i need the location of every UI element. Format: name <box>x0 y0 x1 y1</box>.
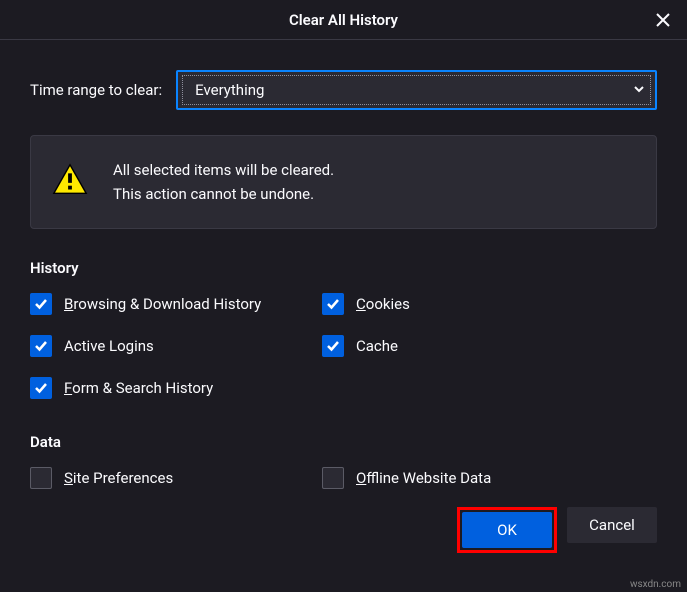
label-site-prefs: Site Preferences <box>64 469 173 487</box>
label-form-search: Form & Search History <box>64 379 213 397</box>
button-row: OK Cancel <box>30 507 657 553</box>
section-data-title: Data <box>30 433 657 451</box>
ok-highlight: OK <box>457 507 557 553</box>
dialog-content: Time range to clear: Everything All sele… <box>0 70 687 553</box>
check-site-prefs[interactable]: Site Preferences <box>30 467 322 489</box>
cancel-button[interactable]: Cancel <box>567 507 657 543</box>
label-browsing: Browsing & Download History <box>64 295 261 313</box>
checkbox-cache[interactable] <box>322 335 344 357</box>
checkbox-form-search[interactable] <box>30 377 52 399</box>
checkbox-offline-data[interactable] <box>322 467 344 489</box>
time-range-row: Time range to clear: Everything <box>30 70 657 110</box>
label-offline-data: Offline Website Data <box>356 469 491 487</box>
checkbox-site-prefs[interactable] <box>30 467 52 489</box>
ok-button[interactable]: OK <box>462 512 552 548</box>
warning-line2: This action cannot be undone. <box>113 182 334 206</box>
check-browsing[interactable]: Browsing & Download History <box>30 293 322 315</box>
checkbox-active-logins[interactable] <box>30 335 52 357</box>
time-range-label: Time range to clear: <box>30 81 162 99</box>
titlebar: Clear All History <box>0 0 687 40</box>
check-form-search[interactable]: Form & Search History <box>30 377 322 399</box>
check-cookies[interactable]: Cookies <box>322 293 657 315</box>
checkbox-browsing[interactable] <box>30 293 52 315</box>
dropdown-selected-value: Everything <box>195 81 638 99</box>
data-checks: Site Preferences Offline Website Data <box>30 467 657 489</box>
label-active-logins: Active Logins <box>64 337 154 355</box>
label-cache: Cache <box>356 337 398 355</box>
chevron-down-icon <box>633 81 645 99</box>
warning-panel: All selected items will be cleared. This… <box>30 135 657 229</box>
label-cookies: Cookies <box>356 295 410 313</box>
close-icon <box>656 13 670 27</box>
watermark: wsxdn.com <box>630 579 681 590</box>
warning-text: All selected items will be cleared. This… <box>113 158 334 206</box>
dialog-title: Clear All History <box>289 11 398 29</box>
history-checks: Browsing & Download History Cookies Acti… <box>30 293 657 399</box>
warning-line1: All selected items will be cleared. <box>113 158 334 182</box>
dropdown-focus-ring: Everything <box>182 75 651 105</box>
check-cache[interactable]: Cache <box>322 335 657 357</box>
section-history-title: History <box>30 259 657 277</box>
checkbox-cookies[interactable] <box>322 293 344 315</box>
close-button[interactable] <box>651 8 675 32</box>
warning-icon <box>51 161 89 203</box>
time-range-dropdown[interactable]: Everything <box>176 70 657 110</box>
check-active-logins[interactable]: Active Logins <box>30 335 322 357</box>
check-offline-data[interactable]: Offline Website Data <box>322 467 657 489</box>
